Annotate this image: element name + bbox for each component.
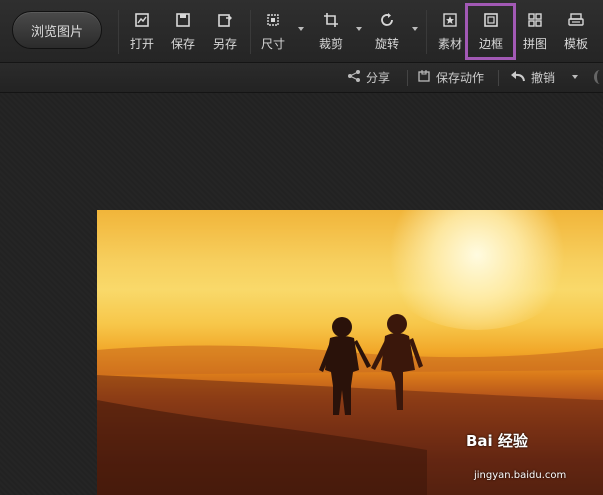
- material-button[interactable]: 素材: [432, 12, 468, 54]
- resize-dropdown-caret[interactable]: [298, 27, 304, 31]
- collage-icon: [517, 12, 553, 32]
- resize-icon: [255, 12, 291, 32]
- share-button[interactable]: 分享: [347, 69, 390, 86]
- save-as-icon: [207, 12, 243, 32]
- redo-icon[interactable]: [594, 70, 603, 84]
- toolbar-separator: [118, 10, 119, 54]
- subbar-separator: [498, 70, 499, 86]
- save-icon: [165, 12, 201, 32]
- open-icon: [124, 12, 160, 32]
- share-label: 分享: [366, 71, 391, 85]
- open-label: 打开: [129, 37, 154, 51]
- photo-preview[interactable]: [97, 210, 603, 495]
- save-action-button[interactable]: 保存动作: [417, 69, 484, 86]
- save-as-label: 另存: [212, 37, 237, 51]
- crop-icon: [313, 12, 349, 32]
- material-icon: [432, 12, 468, 32]
- resize-label: 尺寸: [260, 37, 285, 51]
- save-action-label: 保存动作: [436, 71, 485, 85]
- rotate-dropdown-caret[interactable]: [412, 27, 418, 31]
- crop-label: 裁剪: [318, 37, 343, 51]
- undo-dropdown-caret[interactable]: [572, 75, 578, 79]
- save-action-icon: [417, 69, 431, 86]
- resize-button[interactable]: 尺寸: [255, 12, 291, 54]
- save-button[interactable]: 保存: [165, 12, 201, 54]
- main-toolbar: 浏览图片 打开 保存 另存 尺寸 裁剪 旋转 素材 边框 拼图 模板: [0, 0, 603, 63]
- toolbar-separator: [250, 10, 251, 54]
- template-button[interactable]: 模板: [558, 12, 594, 54]
- template-icon: [558, 12, 594, 32]
- open-button[interactable]: 打开: [124, 12, 160, 54]
- browse-images-button[interactable]: 浏览图片: [12, 11, 102, 49]
- rotate-icon: [369, 12, 405, 32]
- secondary-toolbar: 分享 保存动作 撤销: [0, 63, 603, 93]
- toolbar-separator: [426, 10, 427, 54]
- subbar-separator: [407, 70, 408, 86]
- share-icon: [347, 69, 361, 86]
- collage-label: 拼图: [522, 37, 547, 51]
- material-label: 素材: [437, 37, 462, 51]
- undo-button[interactable]: 撤销: [510, 69, 555, 86]
- crop-dropdown-caret[interactable]: [356, 27, 362, 31]
- watermark-url: jingyan.baidu.com: [474, 470, 567, 481]
- baidu-watermark: Bai 经验: [466, 432, 528, 450]
- rotate-label: 旋转: [374, 37, 399, 51]
- save-label: 保存: [170, 37, 195, 51]
- undo-label: 撤销: [531, 71, 556, 85]
- collage-button[interactable]: 拼图: [517, 12, 553, 54]
- template-label: 模板: [563, 37, 588, 51]
- rotate-button[interactable]: 旋转: [369, 12, 405, 54]
- save-as-button[interactable]: 另存: [207, 12, 243, 54]
- undo-icon: [510, 69, 526, 86]
- beach-scene: [97, 314, 603, 495]
- border-highlight-box: [465, 3, 516, 60]
- crop-button[interactable]: 裁剪: [313, 12, 349, 54]
